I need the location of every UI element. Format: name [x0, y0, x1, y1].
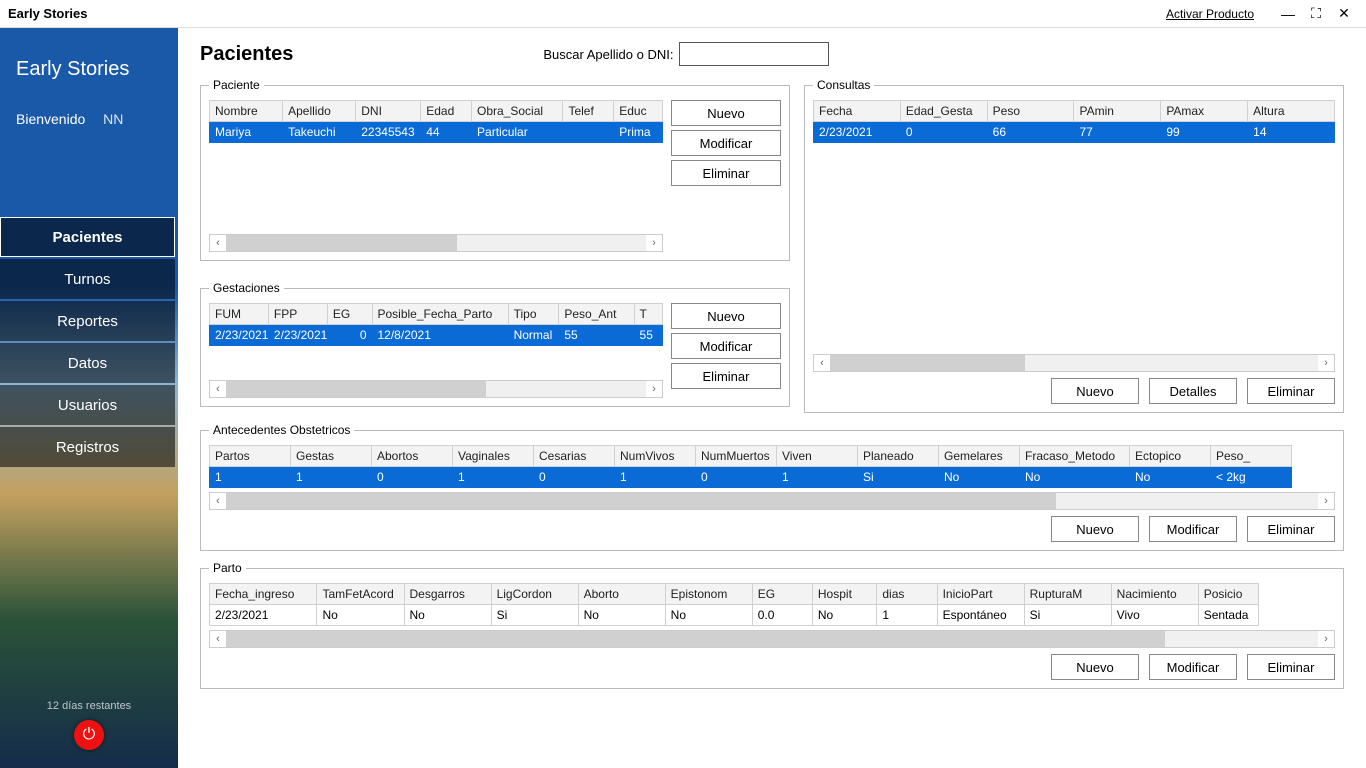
- col-dni[interactable]: DNI: [356, 101, 421, 122]
- nav-turnos[interactable]: Turnos: [0, 259, 175, 299]
- gestaciones-eliminar-button[interactable]: Eliminar: [671, 363, 781, 389]
- scroll-right-icon[interactable]: ›: [1318, 495, 1334, 507]
- trial-days: 12 días restantes: [0, 700, 178, 712]
- paciente-hscroll[interactable]: ‹›: [209, 234, 663, 252]
- main-content: Pacientes Buscar Apellido o DNI: Pacient…: [178, 28, 1366, 768]
- table-header-row: Fecha Edad_Gesta Peso PAmin PAmax Altura: [814, 101, 1335, 122]
- sidebar: Early Stories Bienvenido NN Pacientes Tu…: [0, 28, 178, 768]
- nav-reportes[interactable]: Reportes: [0, 301, 175, 341]
- paciente-modificar-button[interactable]: Modificar: [671, 130, 781, 156]
- table-row[interactable]: 2/23/2021 2/23/2021 0 12/8/2021 Normal 5…: [210, 325, 663, 346]
- antecedentes-eliminar-button[interactable]: Eliminar: [1247, 516, 1335, 542]
- gestaciones-group: Gestaciones FUM FPP EG Posible_Fecha_Par…: [200, 281, 790, 407]
- nav-usuarios[interactable]: Usuarios: [0, 385, 175, 425]
- parto-eliminar-button[interactable]: Eliminar: [1247, 654, 1335, 680]
- col-obra-social[interactable]: Obra_Social: [472, 101, 563, 122]
- table-header-row: Fecha_ingresoTamFetAcordDesgarrosLigCord…: [210, 584, 1259, 605]
- window-title: Early Stories: [8, 6, 88, 21]
- maximize-button[interactable]: ⛶: [1302, 3, 1330, 25]
- gestaciones-nuevo-button[interactable]: Nuevo: [671, 303, 781, 329]
- parto-legend: Parto: [209, 561, 246, 575]
- paciente-table[interactable]: Nombre Apellido DNI Edad Obra_Social Tel…: [209, 100, 663, 143]
- table-row[interactable]: 11010101SiNoNoNo< 2kg: [210, 467, 1292, 488]
- parto-group: Parto Fecha_ingresoTamFetAcordDesgarrosL…: [200, 561, 1344, 689]
- power-icon[interactable]: ⏻: [74, 720, 104, 750]
- minimize-button[interactable]: —: [1274, 3, 1302, 25]
- antecedentes-nuevo-button[interactable]: Nuevo: [1051, 516, 1139, 542]
- table-row[interactable]: 2/23/2021 0 66 77 99 14: [814, 122, 1335, 143]
- gestaciones-modificar-button[interactable]: Modificar: [671, 333, 781, 359]
- scroll-right-icon[interactable]: ›: [1318, 357, 1334, 369]
- app-name: Early Stories: [16, 58, 162, 81]
- gestaciones-legend: Gestaciones: [209, 281, 284, 295]
- table-row[interactable]: 2/23/2021NoNoSiNoNo0.0No1EspontáneoSiViv…: [210, 605, 1259, 626]
- scroll-left-icon[interactable]: ‹: [210, 633, 226, 645]
- scroll-right-icon[interactable]: ›: [646, 237, 662, 249]
- page-title: Pacientes: [200, 43, 293, 66]
- table-header-row: FUM FPP EG Posible_Fecha_Parto Tipo Peso…: [210, 304, 663, 325]
- table-header-row: PartosGestasAbortosVaginalesCesariasNumV…: [210, 446, 1292, 467]
- titlebar: Early Stories Activar Producto — ⛶ ✕: [0, 0, 1366, 28]
- gestaciones-hscroll[interactable]: ‹›: [209, 380, 663, 398]
- nav-datos[interactable]: Datos: [0, 343, 175, 383]
- consultas-hscroll[interactable]: ‹›: [813, 354, 1335, 372]
- consultas-detalles-button[interactable]: Detalles: [1149, 378, 1237, 404]
- antecedentes-table[interactable]: PartosGestasAbortosVaginalesCesariasNumV…: [209, 445, 1292, 488]
- welcome-label: Bienvenido: [16, 111, 85, 127]
- scroll-left-icon[interactable]: ‹: [210, 237, 226, 249]
- scroll-right-icon[interactable]: ›: [1318, 633, 1334, 645]
- paciente-eliminar-button[interactable]: Eliminar: [671, 160, 781, 186]
- scroll-right-icon[interactable]: ›: [646, 383, 662, 395]
- table-header-row: Nombre Apellido DNI Edad Obra_Social Tel…: [210, 101, 663, 122]
- nav-registros[interactable]: Registros: [0, 427, 175, 467]
- antecedentes-modificar-button[interactable]: Modificar: [1149, 516, 1237, 542]
- search-input[interactable]: [679, 42, 829, 66]
- antecedentes-hscroll[interactable]: ‹›: [209, 492, 1335, 510]
- nav-pacientes[interactable]: Pacientes: [0, 217, 175, 257]
- col-edad[interactable]: Edad: [421, 101, 472, 122]
- parto-nuevo-button[interactable]: Nuevo: [1051, 654, 1139, 680]
- col-educ[interactable]: Educ: [614, 101, 663, 122]
- welcome-user: NN: [103, 111, 123, 127]
- parto-hscroll[interactable]: ‹›: [209, 630, 1335, 648]
- paciente-legend: Paciente: [209, 78, 264, 92]
- scroll-left-icon[interactable]: ‹: [814, 357, 830, 369]
- antecedentes-group: Antecedentes Obstetricos PartosGestasAbo…: [200, 423, 1344, 551]
- consultas-nuevo-button[interactable]: Nuevo: [1051, 378, 1139, 404]
- parto-table[interactable]: Fecha_ingresoTamFetAcordDesgarrosLigCord…: [209, 583, 1259, 626]
- parto-modificar-button[interactable]: Modificar: [1149, 654, 1237, 680]
- scroll-left-icon[interactable]: ‹: [210, 383, 226, 395]
- consultas-eliminar-button[interactable]: Eliminar: [1247, 378, 1335, 404]
- welcome-text: Bienvenido NN: [16, 111, 162, 127]
- antecedentes-legend: Antecedentes Obstetricos: [209, 423, 354, 437]
- consultas-table[interactable]: Fecha Edad_Gesta Peso PAmin PAmax Altura…: [813, 100, 1335, 143]
- col-nombre[interactable]: Nombre: [210, 101, 283, 122]
- table-row[interactable]: Mariya Takeuchi 22345543 44 Particular P…: [210, 122, 663, 143]
- close-button[interactable]: ✕: [1330, 3, 1358, 25]
- col-telef[interactable]: Telef: [563, 101, 614, 122]
- scroll-left-icon[interactable]: ‹: [210, 495, 226, 507]
- gestaciones-table[interactable]: FUM FPP EG Posible_Fecha_Parto Tipo Peso…: [209, 303, 663, 346]
- consultas-group: Consultas Fecha Edad_Gesta Peso PAmin PA…: [804, 78, 1344, 413]
- consultas-legend: Consultas: [813, 78, 874, 92]
- col-apellido[interactable]: Apellido: [283, 101, 356, 122]
- paciente-group: Paciente Nombre Apellido DNI Edad: [200, 78, 790, 261]
- search-label: Buscar Apellido o DNI:: [543, 47, 673, 62]
- paciente-nuevo-button[interactable]: Nuevo: [671, 100, 781, 126]
- activate-product-link[interactable]: Activar Producto: [1166, 7, 1254, 21]
